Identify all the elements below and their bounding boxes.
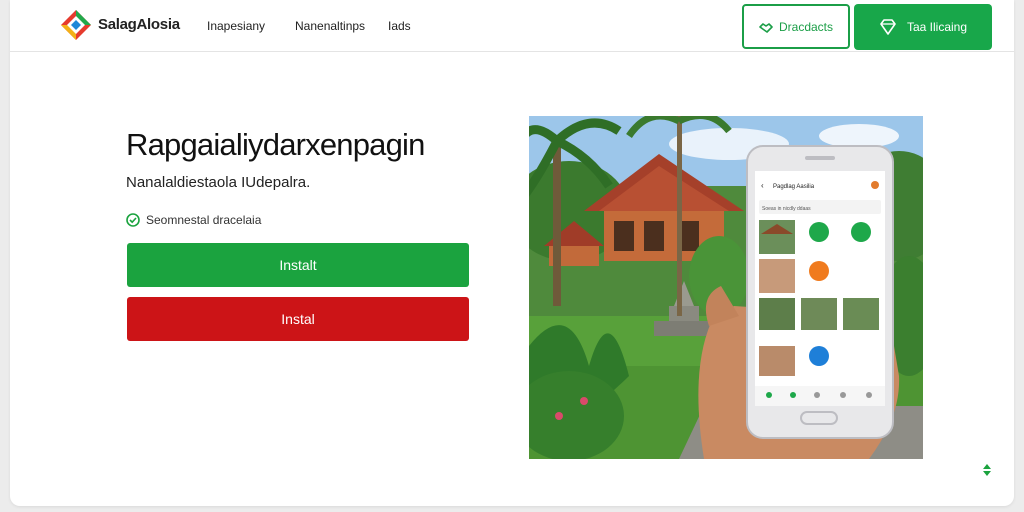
outline-header-button[interactable]: Dracdacts (742, 4, 850, 49)
nav-link-3[interactable]: Iads (388, 19, 411, 33)
brand-name[interactable]: SalagAlosia (98, 16, 180, 33)
feature-check: Seomnestal dracelaia (126, 213, 261, 227)
hero-subtitle: Nanalaldiestaola IUdepalra. (126, 174, 311, 191)
nav-link-2[interactable]: Nanenaltinps (295, 19, 365, 33)
nav-link-1[interactable]: Inapesiany (207, 19, 265, 33)
install-primary-button[interactable]: Instalt (127, 243, 469, 287)
install-primary-label: Instalt (279, 257, 317, 273)
diamond-icon (880, 19, 896, 35)
svg-text:‹: ‹ (761, 181, 764, 190)
page-card: SalagAlosia Inapesiany Nanenaltinps Iads… (10, 0, 1014, 506)
check-circle-icon (126, 213, 140, 227)
hero-title: Rapgaialiydarxenpagin (126, 127, 425, 162)
logo-icon[interactable] (60, 9, 92, 41)
solid-header-button-label: Taa Ilicaing (906, 20, 968, 34)
scroll-arrows-icon[interactable] (982, 463, 992, 477)
install-secondary-button[interactable]: Instal (127, 297, 469, 341)
hero-photo: ‹ Pagdlag Aasilia Soeas in nicdly ddaas (529, 116, 923, 459)
solid-header-button[interactable]: Taa Ilicaing (854, 4, 992, 50)
outline-header-button-label: Dracdacts (778, 19, 834, 34)
phone-app-title: Pagdlag Aasilia (773, 184, 815, 190)
handshake-icon (759, 22, 773, 33)
top-navbar: SalagAlosia Inapesiany Nanenaltinps Iads… (10, 0, 1014, 52)
phone-search-text: Soeas in nicdly ddaas (762, 206, 811, 212)
install-secondary-label: Instal (281, 311, 315, 327)
feature-check-text: Seomnestal dracelaia (146, 213, 262, 227)
